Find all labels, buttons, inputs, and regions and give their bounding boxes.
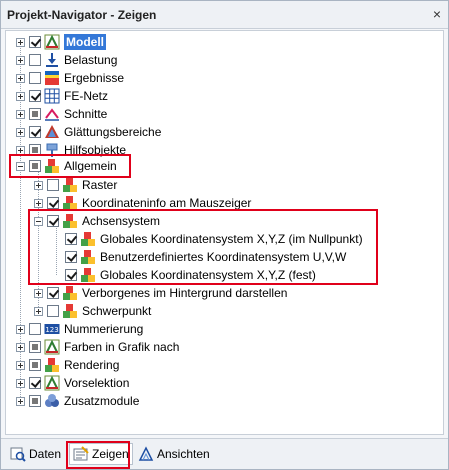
checkbox-farben[interactable] <box>29 341 41 353</box>
expand-icon[interactable] <box>16 378 25 388</box>
preselection-icon <box>44 375 60 391</box>
close-icon[interactable]: × <box>429 6 445 22</box>
results-icon <box>45 71 59 85</box>
addon-modules-icon <box>45 394 59 407</box>
expand-icon[interactable] <box>16 91 25 101</box>
tab-label: Ansichten <box>157 447 210 461</box>
checkbox-fe-netz[interactable] <box>29 90 41 102</box>
tree-item-farben[interactable]: Farben in Grafik nach <box>16 338 179 356</box>
load-icon <box>46 53 58 67</box>
tree-label: Koordinateninfo am Mauszeiger <box>82 196 252 210</box>
tree-item-vorselektion[interactable]: Vorselektion <box>16 374 129 392</box>
tree-label: Rendering <box>64 358 120 372</box>
checkbox-zusatzmodule[interactable] <box>29 395 41 407</box>
expand-icon[interactable] <box>34 306 43 316</box>
model-icon <box>44 34 60 50</box>
checkbox-rendering[interactable] <box>29 359 41 371</box>
tab-daten[interactable]: Daten <box>7 443 64 465</box>
tree-item-belastung[interactable]: Belastung <box>16 51 117 69</box>
checkbox-ergebnisse[interactable] <box>29 72 41 84</box>
project-navigator-window: Projekt-Navigator - Zeigen × Modell Bela… <box>0 0 449 470</box>
tree-label: Modell <box>64 34 106 50</box>
data-icon <box>10 447 26 462</box>
tree-item-zusatzmodule[interactable]: Zusatzmodule <box>16 392 139 410</box>
views-icon <box>138 446 154 461</box>
tree-item-ergebnisse[interactable]: Ergebnisse <box>16 69 124 87</box>
expand-icon[interactable] <box>34 180 43 190</box>
section-icon <box>45 108 59 121</box>
tab-bar: Daten Zeigen Ansichten <box>1 438 448 469</box>
expand-icon[interactable] <box>16 324 25 334</box>
tree-item-verborgenes[interactable]: Verborgenes im Hintergrund darstellen <box>34 284 287 302</box>
expand-icon[interactable] <box>16 109 25 119</box>
tree-label: Raster <box>82 178 118 192</box>
checkbox-koordinateninfo[interactable] <box>47 197 59 209</box>
tree-label: Ergebnisse <box>64 71 125 85</box>
tree-item-schnitte[interactable]: Schnitte <box>16 105 107 123</box>
tree-item-raster[interactable]: Raster <box>34 176 117 194</box>
checkbox-raster[interactable] <box>47 179 59 191</box>
checkbox-belastung[interactable] <box>29 54 41 66</box>
smoothing-icon <box>45 125 59 138</box>
highlight-frame-achsensystem <box>28 209 378 285</box>
tree-item-modell[interactable]: Modell <box>16 33 106 51</box>
numbering-icon: 123 <box>44 324 60 334</box>
checkbox-schnitte[interactable] <box>29 108 41 120</box>
tree-item-rendering[interactable]: Rendering <box>16 356 119 374</box>
expand-icon[interactable] <box>16 127 25 137</box>
expand-icon[interactable] <box>16 73 25 83</box>
tree-label: Verborgenes im Hintergrund darstellen <box>82 286 288 300</box>
tab-ansichten[interactable]: Ansichten <box>135 443 213 465</box>
tree-label: Farben in Grafik nach <box>64 340 180 354</box>
highlight-frame-zeigen-tab <box>66 441 130 469</box>
tree-label: Vorselektion <box>64 376 130 390</box>
tree-item-schwerpunkt[interactable]: Schwerpunkt <box>34 302 151 320</box>
checkbox-modell[interactable] <box>29 36 41 48</box>
general-icon <box>45 358 59 372</box>
tree-label: Schwerpunkt <box>82 304 152 318</box>
title-bar: Projekt-Navigator - Zeigen × <box>1 1 448 29</box>
tree-item-glaettungsbereiche[interactable]: Glättungsbereiche <box>16 123 161 141</box>
expand-icon[interactable] <box>16 55 25 65</box>
colors-icon <box>44 339 60 355</box>
tree-label: FE-Netz <box>64 89 109 103</box>
checkbox-verborgenes[interactable] <box>47 287 59 299</box>
expand-icon[interactable] <box>16 342 25 352</box>
general-icon <box>63 286 77 300</box>
svg-text:123: 123 <box>45 326 58 334</box>
checkbox-nummerierung[interactable] <box>29 323 41 335</box>
expand-icon[interactable] <box>34 288 43 298</box>
tree-label: Belastung <box>64 53 118 67</box>
expand-icon[interactable] <box>34 198 43 208</box>
tree-label: Nummerierung <box>64 322 144 336</box>
tab-label: Daten <box>29 447 62 461</box>
mesh-icon <box>44 88 60 104</box>
expand-icon[interactable] <box>16 360 25 370</box>
checkbox-schwerpunkt[interactable] <box>47 305 59 317</box>
tree-item-fe-netz[interactable]: FE-Netz <box>16 87 108 105</box>
checkbox-glaettungsbereiche[interactable] <box>29 126 41 138</box>
expand-icon[interactable] <box>16 396 25 406</box>
expand-icon[interactable] <box>16 37 25 47</box>
tree-item-nummerierung[interactable]: 123 Nummerierung <box>16 320 143 338</box>
tree-label: Zusatzmodule <box>64 394 140 408</box>
highlight-frame-allgemein <box>9 154 131 178</box>
checkbox-vorselektion[interactable] <box>29 377 41 389</box>
tree-view: Modell Belastung Ergebnisse FE-Netz Schn… <box>5 30 444 435</box>
window-title: Projekt-Navigator - Zeigen <box>7 8 157 22</box>
tree-label: Glättungsbereiche <box>64 125 162 139</box>
general-icon <box>63 304 77 318</box>
tree-label: Schnitte <box>64 107 108 121</box>
general-icon <box>63 178 77 192</box>
